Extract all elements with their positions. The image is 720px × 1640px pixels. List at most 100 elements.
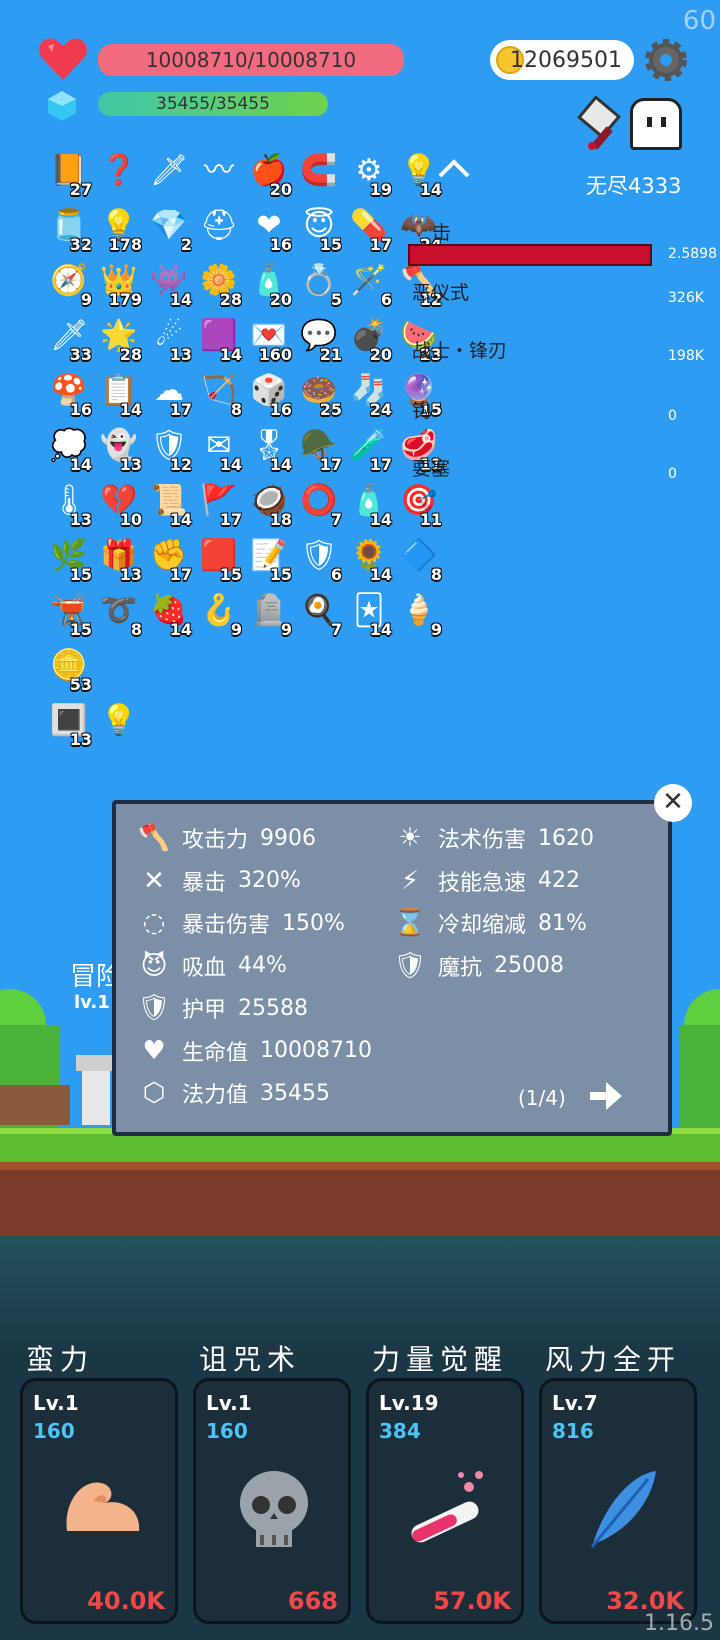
inventory-item[interactable]: 🛡 12	[144, 423, 194, 478]
inventory-item[interactable]: 🗡	[144, 148, 194, 203]
item-count: 5	[330, 290, 342, 309]
inventory-item[interactable]: 🟥 15	[194, 533, 244, 588]
inventory-item[interactable]: ⚙ 19	[344, 148, 394, 203]
inventory-item[interactable]: ⭕ 7	[294, 478, 344, 533]
inventory-item[interactable]: 🪙 53	[44, 643, 94, 698]
inventory-item[interactable]: 🏹 8	[194, 368, 244, 423]
inventory-item[interactable]: 📜 14	[144, 478, 194, 533]
inventory-item[interactable]: 🍦 9	[394, 588, 444, 643]
skill-card[interactable]: Lv.1 160 40.0K	[20, 1378, 178, 1624]
inventory-item[interactable]: 👾 14	[144, 258, 194, 313]
inventory-item[interactable]: 👻 13	[94, 423, 144, 478]
fps-counter: 60	[682, 6, 716, 36]
gold-counter: 12069501	[490, 40, 634, 80]
inventory-item[interactable]: ✉ 14	[194, 423, 244, 478]
inventory-item[interactable]: 🫙 32	[44, 203, 94, 258]
inventory-item[interactable]: 🪝 9	[194, 588, 244, 643]
item-count: 17	[169, 565, 192, 584]
skill-card[interactable]: Lv.7 816 32.0K	[539, 1378, 697, 1624]
skill-level: Lv.1	[206, 1391, 252, 1415]
inventory-item[interactable]: ☄ 13	[144, 313, 194, 368]
inventory-item[interactable]: 💔 10	[94, 478, 144, 533]
item-count: 14	[369, 510, 392, 529]
inventory-item[interactable]: ☁ 17	[144, 368, 194, 423]
inventory-item[interactable]: 💊 17	[344, 203, 394, 258]
item-count: 6	[330, 565, 342, 584]
inventory-item[interactable]: 💡	[94, 698, 144, 753]
skill-card[interactable]: Lv.19 384 57.0K	[366, 1378, 524, 1624]
inventory-item[interactable]: 👑 179	[94, 258, 144, 313]
inventory-item[interactable]: 🚩 17	[194, 478, 244, 533]
inventory-item[interactable]: 🍩 25	[294, 368, 344, 423]
inventory-item[interactable]: 🌡 13	[44, 478, 94, 533]
item-count: 10	[119, 510, 142, 529]
inventory-item[interactable]: ✊ 17	[144, 533, 194, 588]
inventory-item[interactable]: 🎁 13	[94, 533, 144, 588]
inventory-item[interactable]: 📋 14	[94, 368, 144, 423]
inventory-item[interactable]: 💎 2	[144, 203, 194, 258]
inventory-item[interactable]: 🔷 8	[394, 533, 444, 588]
inventory-item[interactable]: 💍 5	[294, 258, 344, 313]
inventory-item[interactable]: 📙 27	[44, 148, 94, 203]
inventory-item[interactable]: 🌼 28	[194, 258, 244, 313]
inventory-item[interactable]: 🍎 20	[244, 148, 294, 203]
inventory-item[interactable]: 🎯 11	[394, 478, 444, 533]
inventory-item[interactable]: 😇 15	[294, 203, 344, 258]
inventory-item[interactable]: 📝 15	[244, 533, 294, 588]
inventory-item[interactable]: 🍄 16	[44, 368, 94, 423]
inventory-item[interactable]: 🍓 14	[144, 588, 194, 643]
cleaver-icon[interactable]	[570, 96, 628, 154]
inventory-item[interactable]: 💡 178	[94, 203, 144, 258]
inventory-item[interactable]: ❓	[94, 148, 144, 203]
inventory-item[interactable]: 🧴 14	[344, 478, 394, 533]
settings-gear-icon[interactable]	[644, 38, 688, 82]
inventory-item[interactable]: 🧦 24	[344, 368, 394, 423]
stat-label: 暴击	[182, 870, 227, 896]
inventory-item[interactable]: ➰ 8	[94, 588, 144, 643]
inventory-item[interactable]: 🌟 28	[94, 313, 144, 368]
inventory-item[interactable]: 🪄 6	[344, 258, 394, 313]
item-count: 179	[108, 290, 142, 309]
item-count: 33	[69, 345, 92, 364]
inventory-item[interactable]: 🌿 15	[44, 533, 94, 588]
stat-row: ☀ 法术伤害 1620	[392, 820, 594, 856]
inventory-item[interactable]: 💣 20	[344, 313, 394, 368]
inventory-item[interactable]: 🪖 17	[294, 423, 344, 478]
inventory-item[interactable]: 🍳 7	[294, 588, 344, 643]
inventory-item[interactable]: 💌 160	[244, 313, 294, 368]
next-page-arrow-icon[interactable]	[588, 1080, 624, 1112]
close-button[interactable]: ✕	[654, 784, 692, 822]
inventory-item[interactable]: 💭 14	[44, 423, 94, 478]
inventory-item[interactable]: 🎲 16	[244, 368, 294, 423]
inventory-item[interactable]: 🔳 13	[44, 698, 94, 753]
inventory-item[interactable]: 🧴 20	[244, 258, 294, 313]
inventory-item[interactable]: 🪦 9	[244, 588, 294, 643]
inventory-item[interactable]: 🧲	[294, 148, 344, 203]
inventory-item[interactable]: 💬 21	[294, 313, 344, 368]
inventory-item[interactable]: 🗡 33	[44, 313, 94, 368]
inventory-item[interactable]: 🥥 18	[244, 478, 294, 533]
stat-label: 吸血	[182, 955, 227, 981]
inventory-item[interactable]: 🛡 6	[294, 533, 344, 588]
inventory-item[interactable]: 🃏 14	[344, 588, 394, 643]
inventory-item[interactable]: 🟪 14	[194, 313, 244, 368]
inventory-item[interactable]: 🫕 15	[44, 588, 94, 643]
stat-label: 冷却缩减	[438, 913, 527, 938]
inventory-item[interactable]: ⛑	[194, 203, 244, 258]
inventory-item[interactable]: 〰	[194, 148, 244, 203]
version-label: 1.16.5	[644, 1611, 714, 1636]
inventory-item[interactable]: 🌻 14	[344, 533, 394, 588]
damage-value: 326K	[668, 290, 704, 306]
item-count: 53	[69, 675, 92, 694]
inventory-item[interactable]: 🎖 14	[244, 423, 294, 478]
inventory-item[interactable]: 🧪 17	[344, 423, 394, 478]
inventory-item[interactable]: ❤ 16	[244, 203, 294, 258]
item-count: 15	[219, 565, 242, 584]
inventory-row: 🍄 16 📋 14 ☁ 17 🏹 8 🎲 16 🍩 25 🧦 24 🔮 15	[44, 368, 444, 423]
inventory-item[interactable]: 🧭 9	[44, 258, 94, 313]
inventory-item[interactable]: 💡 14	[394, 148, 444, 203]
ghost-icon[interactable]	[630, 98, 682, 150]
inventory-row: 🪙 53	[44, 643, 444, 698]
skill-card[interactable]: Lv.1 160 668	[193, 1378, 351, 1624]
skill-name: 风力全开	[545, 1343, 682, 1376]
